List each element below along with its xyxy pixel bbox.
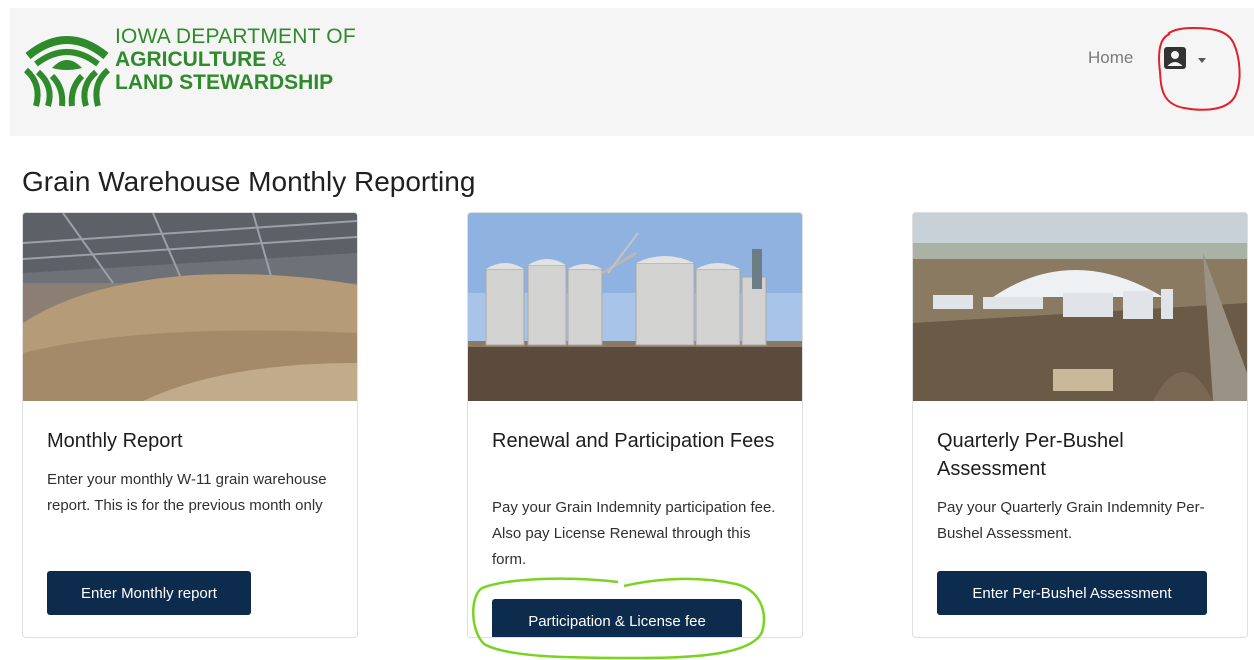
participation-license-fee-button[interactable]: Participation & License fee [492, 599, 742, 637]
brand-line-1: IOWA DEPARTMENT OF [115, 25, 356, 48]
card-description: Pay your Quarterly Grain Indemnity Per-B… [937, 499, 1205, 542]
brand-line-2: AGRICULTURE & [115, 49, 356, 70]
nav-home-link[interactable]: Home [1088, 48, 1133, 68]
grain-silos-image [468, 213, 802, 401]
card-title: Renewal and Participation Fees [492, 430, 775, 452]
card-monthly-report: Monthly Report Enter your monthly W-11 g… [22, 212, 358, 638]
brand-agriculture: AGRICULTURE [115, 48, 267, 71]
ag-field-logo-icon[interactable] [22, 26, 112, 108]
brand-name[interactable]: IOWA DEPARTMENT OF AGRICULTURE & LAND ST… [115, 26, 356, 93]
page-title: Grain Warehouse Monthly Reporting [22, 166, 476, 197]
card-title: Quarterly Per-Bushel Assessment [937, 430, 1124, 480]
card-quarterly-assessment: Quarterly Per-Bushel Assessment Pay your… [912, 212, 1248, 638]
user-profile-icon[interactable] [1163, 46, 1187, 70]
card-renewal-participation: Renewal and Participation Fees Pay your … [467, 212, 803, 638]
card-description: Enter your monthly W-11 grain warehouse … [47, 471, 327, 514]
grain-pile-image [23, 213, 357, 401]
caret-down-icon[interactable] [1198, 58, 1206, 63]
brand-line-3: LAND STEWARDSHIP [115, 71, 334, 94]
grain-facility-image [913, 213, 1247, 401]
card-description: Pay your Grain Indemnity participation f… [492, 499, 776, 568]
card-title: Monthly Report [47, 430, 183, 452]
brand-ampersand: & [272, 48, 287, 71]
enter-monthly-report-button[interactable]: Enter Monthly report [47, 571, 251, 615]
enter-per-bushel-assessment-button[interactable]: Enter Per-Bushel Assessment [937, 571, 1207, 615]
